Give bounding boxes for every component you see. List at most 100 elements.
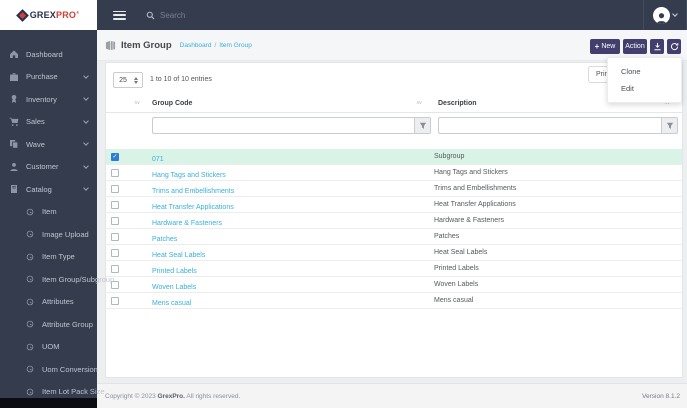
brand-logo-text: GREXPRO®	[29, 10, 80, 20]
action-button[interactable]: Action	[623, 39, 647, 54]
new-button[interactable]: + New	[590, 39, 620, 54]
home-icon	[9, 49, 19, 59]
breadcrumb-dashboard-link[interactable]: Dashboard	[180, 42, 212, 49]
chevron-down-icon	[672, 11, 678, 17]
page-size-select[interactable]: 25	[113, 72, 143, 88]
row-checkbox[interactable]	[111, 168, 119, 177]
copyright-text: Copyright © 2023 GrexPro. All rights res…	[105, 392, 241, 400]
group-code-link[interactable]: Printed Labels	[152, 268, 197, 275]
description-cell: Heat Seal Labels	[434, 249, 488, 256]
version-text: Version 8.1.2	[642, 392, 680, 400]
sidebar-bottom-strip	[0, 398, 97, 408]
cart-icon	[9, 117, 19, 127]
sidebar-subitem-item-group-subgroup[interactable]: Item Group/Subgroup	[0, 268, 114, 291]
sort-toggle-group-code[interactable]: ∧∨	[416, 100, 422, 106]
group-code-filter-input[interactable]	[152, 117, 414, 134]
sidebar-item-catalog[interactable]: Catalog	[0, 178, 97, 201]
clock-circle-icon	[25, 229, 35, 239]
brand-logo-icon	[15, 8, 29, 22]
clock-circle-icon	[25, 252, 35, 262]
description-cell: Trims and Embellishments	[434, 185, 517, 192]
chevron-down-icon	[83, 72, 89, 79]
sidebar-item-sales[interactable]: Sales	[0, 111, 97, 134]
search-icon	[146, 11, 155, 19]
group-code-link[interactable]: Mens casual	[152, 300, 191, 307]
books-icon	[105, 40, 116, 50]
clock-circle-icon	[25, 342, 35, 352]
sidebar-item-purchase[interactable]: Purchase	[0, 66, 97, 89]
app-window: GREXPRO® Dashboard Purchase	[0, 0, 687, 408]
filter-funnel-icon	[666, 122, 673, 129]
group-code-link[interactable]: Trims and Embellishments	[152, 188, 234, 195]
menu-item-edit[interactable]: Edit	[608, 80, 681, 97]
sidebar-subitem-uom[interactable]: UOM	[0, 336, 97, 359]
chevron-down-icon	[83, 95, 89, 102]
sidebar-item-dashboard[interactable]: Dashboard	[0, 43, 97, 66]
sidebar-subitem-item-type[interactable]: Item Type	[0, 246, 97, 269]
user-avatar-icon	[653, 6, 670, 24]
content-card: 25 1 to 10 of 10 entries ∧∨ Group Code ∧…	[105, 62, 683, 378]
group-code-link[interactable]: Hang Tags and Stickers	[152, 172, 226, 179]
breadcrumb-current-link[interactable]: Item Group	[219, 42, 252, 49]
description-cell: Woven Labels	[434, 281, 479, 288]
chevron-down-icon	[83, 162, 89, 169]
menu-item-clone[interactable]: Clone	[608, 63, 681, 80]
brand-logo[interactable]: GREXPRO®	[0, 0, 97, 30]
description-filter-input[interactable]	[438, 117, 661, 134]
search-input[interactable]	[160, 10, 340, 20]
table-body: 071 Subgroup Hang Tags and Stickers Hang…	[106, 149, 682, 309]
description-cell: Patches	[434, 233, 460, 240]
sidebar-subitem-attributes[interactable]: Attributes	[0, 291, 97, 314]
column-header-group-code[interactable]: Group Code	[152, 100, 192, 107]
badge-icon	[9, 94, 19, 104]
row-checkbox[interactable]	[111, 296, 119, 305]
column-header-description[interactable]: Description	[438, 100, 477, 107]
group-code-link[interactable]: 071	[152, 156, 164, 163]
user-menu[interactable]	[643, 0, 687, 30]
copy-icon	[9, 139, 19, 149]
clock-circle-icon	[25, 207, 35, 217]
table-header: ∧∨ Group Code ∧∨ Description ∧∨	[106, 96, 682, 113]
entries-info: 1 to 10 of 10 entries	[150, 76, 212, 83]
group-code-link[interactable]: Hardware & Fasteners	[152, 220, 222, 227]
description-cell: Hang Tags and Stickers	[434, 169, 508, 176]
sidebar-subitem-image-upload[interactable]: Image Upload	[0, 223, 97, 246]
sidebar-item-customer[interactable]: Customer	[0, 156, 97, 179]
briefcase-icon	[9, 72, 19, 82]
chevron-down-icon	[83, 140, 89, 147]
refresh-button[interactable]	[667, 39, 681, 54]
sidebar-item-inventory[interactable]: Inventory	[0, 88, 97, 111]
description-cell: Hardware & Fasteners	[434, 217, 505, 224]
refresh-icon	[670, 43, 678, 51]
footer: Copyright © 2023 GrexPro. All rights res…	[97, 383, 687, 408]
sidebar-subitem-attribute-group[interactable]: Attribute Group	[0, 313, 97, 336]
sidebar-item-wave[interactable]: Wave	[0, 133, 97, 156]
filter-funnel-icon	[419, 122, 426, 129]
stepper-icon	[132, 76, 140, 84]
download-icon	[653, 42, 661, 51]
table-row[interactable]: Mens casual Mens casual	[106, 293, 682, 309]
group-code-link[interactable]: Heat Seal Labels	[152, 252, 205, 259]
clock-circle-icon	[25, 364, 35, 374]
group-code-link[interactable]: Patches	[152, 236, 177, 243]
row-checkbox[interactable]	[111, 184, 119, 193]
user-icon	[9, 162, 19, 172]
group-code-link[interactable]: Heat Transfer Applications	[152, 204, 234, 211]
description-filter-button[interactable]	[661, 117, 678, 134]
row-checkbox[interactable]	[111, 232, 119, 241]
menu-toggle-icon[interactable]	[113, 10, 126, 20]
clock-circle-icon	[25, 387, 35, 397]
group-code-link[interactable]: Woven Labels	[152, 284, 196, 291]
row-checkbox[interactable]	[111, 248, 119, 257]
clock-circle-icon	[25, 274, 35, 284]
download-button[interactable]	[650, 39, 664, 54]
sort-toggle-checkbox-column[interactable]: ∧∨	[134, 100, 140, 106]
row-checkbox[interactable]	[111, 200, 119, 209]
row-checkbox[interactable]	[111, 216, 119, 225]
sidebar-subitem-uom-conversion[interactable]: Uom Conversion	[0, 358, 98, 381]
clock-circle-icon	[25, 297, 35, 307]
sidebar-subitem-item[interactable]: Item	[0, 201, 97, 224]
row-checkbox[interactable]	[111, 264, 119, 273]
row-checkbox[interactable]	[111, 152, 119, 161]
group-code-filter-button[interactable]	[414, 117, 431, 134]
